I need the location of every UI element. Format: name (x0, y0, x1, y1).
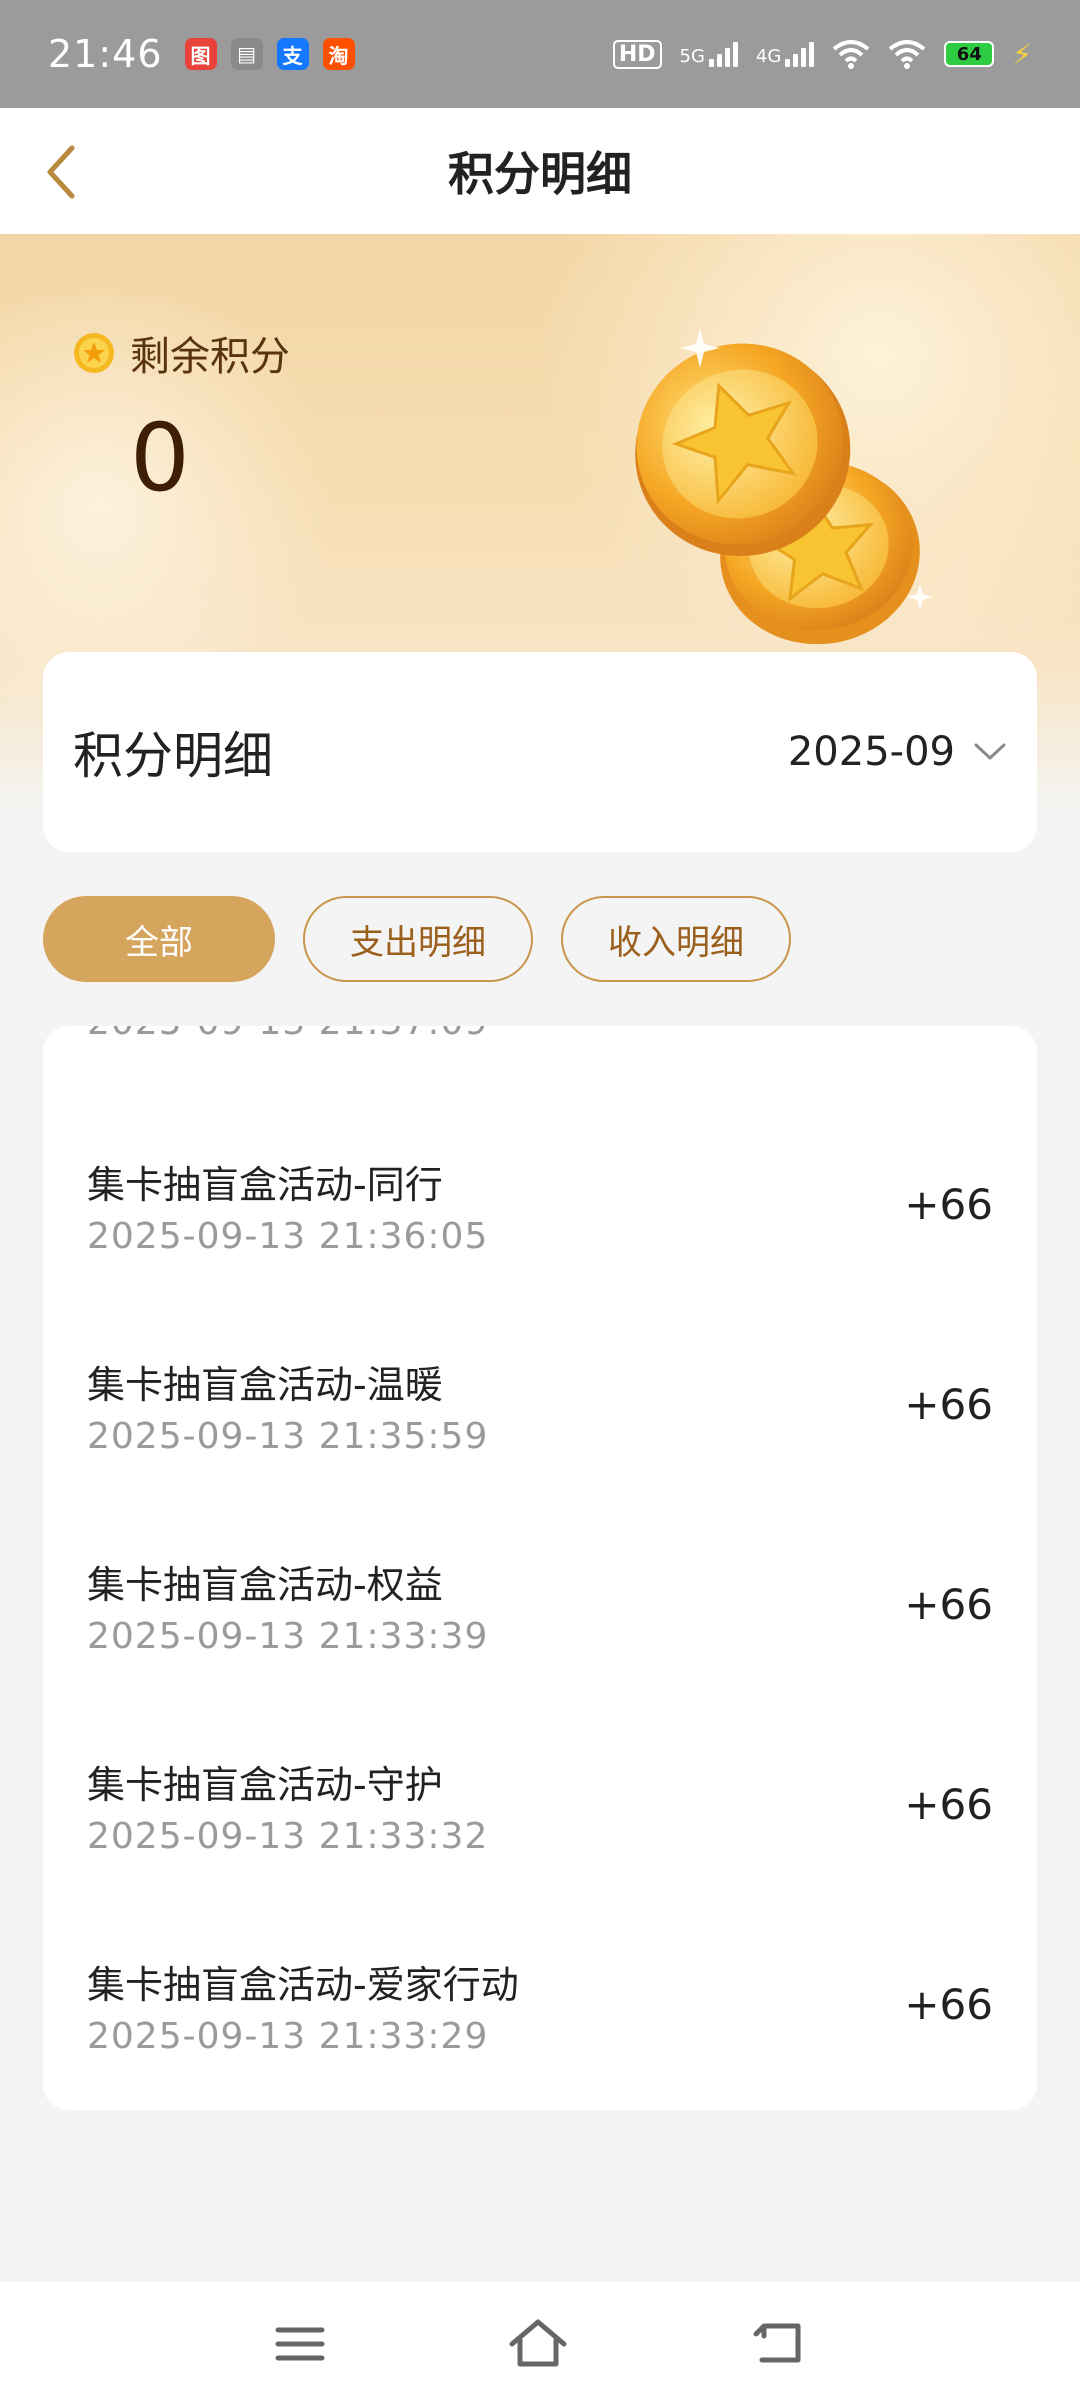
month-selector[interactable]: 2025-09 (788, 729, 1007, 775)
app-red-icon: 图 (184, 38, 217, 70)
taobao-icon: 淘 (322, 38, 355, 70)
home-icon[interactable] (508, 2314, 568, 2374)
back-icon[interactable] (750, 2314, 810, 2374)
remaining-points-value: 0 (130, 404, 190, 513)
wifi-icon (833, 40, 870, 69)
record-amount: +66 (904, 1980, 993, 2029)
list-item: 集卡抽盲盒活动-温暖 2025-09-13 21:35:59 +66 (43, 1332, 1037, 1532)
page-title: 积分明细 (448, 147, 632, 201)
record-title: 集卡抽盲盒活动-权益 (87, 1563, 443, 1607)
record-title: 集卡抽盲盒活动-同行 (87, 1163, 443, 1207)
record-amount: +66 (904, 1180, 993, 1229)
list-item: 集卡抽盲盒活动-权益 2025-09-13 21:33:39 +66 (43, 1532, 1037, 1732)
status-app-icons: 图 ▤ 支 淘 (184, 38, 355, 70)
partial-record-time: 2025-09-13 21:37:09 (87, 1026, 488, 1043)
remaining-points-label: 剩余积分 (130, 334, 290, 380)
record-amount: +66 (904, 1780, 993, 1829)
back-arrow-icon[interactable] (38, 142, 98, 202)
selected-month: 2025-09 (787, 729, 955, 775)
record-title: 集卡抽盲盒活动-爱家行动 (87, 1963, 519, 2007)
alipay-icon: 支 (276, 38, 309, 70)
signal-4g-icon: 4G (756, 41, 815, 67)
filter-tabs: 全部 支出明细 收入明细 (43, 896, 791, 982)
record-time: 2025-09-13 21:36:05 (87, 1216, 489, 1257)
record-title: 集卡抽盲盒活动-温暖 (87, 1363, 443, 1407)
hd-icon: HD (612, 39, 662, 69)
system-nav-bar (0, 2282, 1080, 2408)
charging-icon: ⚡ (1012, 37, 1032, 71)
status-indicators: HD 5G 4G 64 ⚡ (612, 37, 1032, 71)
points-label-row: 剩余积分 (72, 324, 290, 382)
record-time: 2025-09-13 21:35:59 (87, 1416, 489, 1457)
record-time: 2025-09-13 21:33:32 (87, 1816, 489, 1857)
coin-star-icon (74, 333, 114, 373)
battery-icon: 64 (944, 41, 995, 67)
record-amount: +66 (904, 1580, 993, 1629)
summary-title: 积分明细 (73, 727, 273, 785)
record-time: 2025-09-13 21:33:29 (87, 2016, 489, 2057)
nav-bar: 积分明细 (0, 108, 1080, 234)
records-list: 2025-09-13 21:37:09 集卡抽盲盒活动-同行 2025-09-1… (43, 1026, 1037, 2110)
wifi-icon-2 (889, 40, 926, 69)
status-bar: 21:46 图 ▤ 支 淘 HD 5G 4G 64 ⚡ (0, 0, 1080, 108)
record-amount: +66 (904, 1380, 993, 1429)
record-time: 2025-09-13 21:33:39 (87, 1616, 489, 1657)
menu-icon[interactable] (270, 2314, 330, 2374)
signal-5g-icon: 5G (680, 41, 738, 67)
app-card-icon: ▤ (230, 38, 263, 70)
list-item: 集卡抽盲盒活动-同行 2025-09-13 21:36:05 +66 (43, 1132, 1037, 1332)
tab-income[interactable]: 收入明细 (561, 896, 791, 982)
tab-all[interactable]: 全部 (43, 896, 275, 982)
record-title: 集卡抽盲盒活动-守护 (87, 1763, 443, 1807)
list-item: 集卡抽盲盒活动-守护 2025-09-13 21:33:32 +66 (43, 1732, 1037, 1932)
chevron-down-icon (974, 743, 1006, 760)
summary-card: 积分明细 2025-09 (43, 652, 1037, 852)
tab-expense[interactable]: 支出明细 (303, 896, 533, 982)
list-item: 集卡抽盲盒活动-爱家行动 2025-09-13 21:33:29 +66 (43, 1932, 1037, 2110)
status-time: 21:46 (48, 32, 163, 76)
gold-coins-illustration (635, 328, 933, 644)
